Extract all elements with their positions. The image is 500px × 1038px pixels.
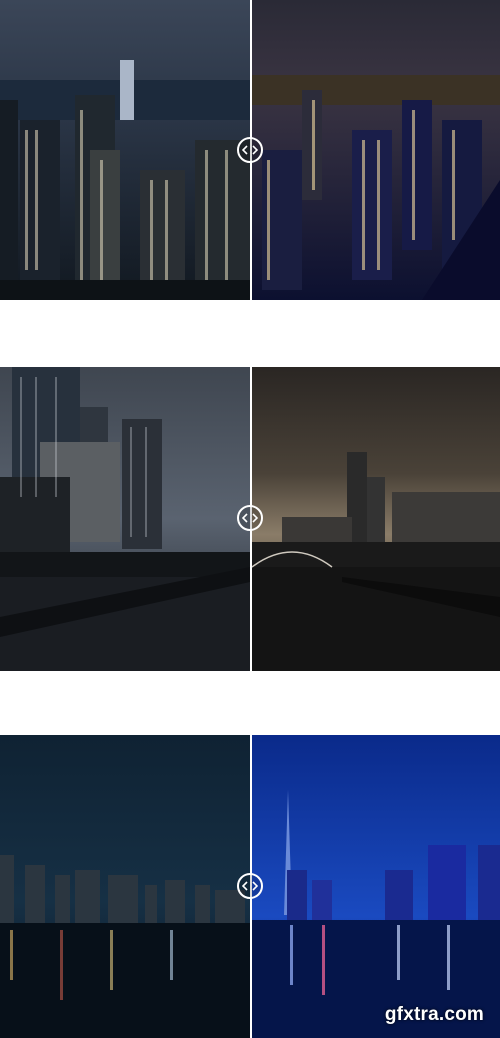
after-image-river-city: [252, 367, 500, 671]
before-after-slider-2[interactable]: [0, 367, 500, 671]
left-right-arrows-icon: [242, 145, 258, 155]
slider-handle-3[interactable]: [237, 873, 263, 899]
before-image-hong-kong: [0, 0, 250, 300]
after-image-dubai: [252, 735, 500, 1038]
after-image-hong-kong: [252, 0, 500, 300]
watermark: gfxtra.com: [384, 1004, 484, 1025]
slider-handle-2[interactable]: [237, 505, 263, 531]
before-after-slider-1[interactable]: [0, 0, 500, 300]
left-right-arrows-icon: [242, 881, 258, 891]
left-right-arrows-icon: [242, 513, 258, 523]
slider-handle-1[interactable]: [237, 137, 263, 163]
before-after-slider-3[interactable]: [0, 735, 500, 1038]
before-image-river-city: [0, 367, 250, 671]
before-image-dubai: [0, 735, 250, 1038]
